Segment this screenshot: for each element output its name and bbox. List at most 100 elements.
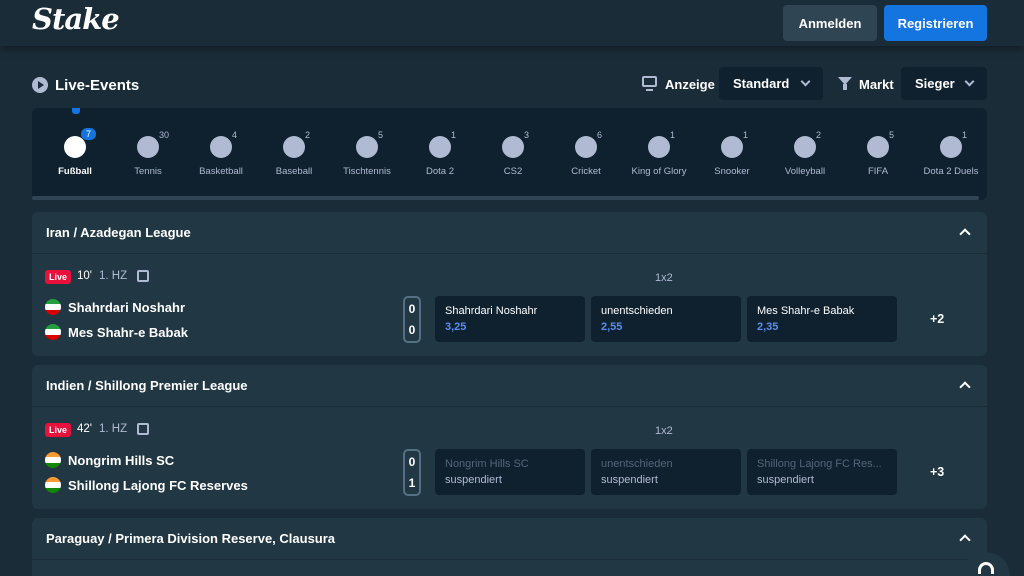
sport-label: Tennis <box>134 166 162 177</box>
king-of-glory-icon <box>648 136 670 158</box>
home-score: 0 <box>408 454 416 469</box>
sport-count: 5 <box>378 130 384 140</box>
sport-tab-cricket[interactable]: 6 Cricket <box>550 108 622 196</box>
india-flag-icon <box>45 452 61 468</box>
stats-chart-icon[interactable] <box>137 270 149 282</box>
market-label: 1x2 <box>655 425 673 437</box>
display-select[interactable]: Standard <box>719 67 823 100</box>
league-name: Paraguay / Primera Division Reserve, Cla… <box>46 531 336 546</box>
more-markets-link[interactable]: +3 <box>930 465 944 479</box>
fifa-icon <box>867 136 889 158</box>
sport-tab-fussball[interactable]: 7 Fußball <box>39 108 111 196</box>
odds-outcome: Shillong Lajong FC Res... <box>757 458 882 470</box>
live-play-icon <box>32 77 48 93</box>
page-title: Live-Events <box>55 76 140 94</box>
away-score: 1 <box>408 476 416 491</box>
sport-tab-volleyball[interactable]: 2 Volleyball <box>769 108 841 196</box>
active-sport-indicator <box>72 108 80 114</box>
sport-count: 4 <box>232 130 238 140</box>
sport-tab-king-of-glory[interactable]: 1 King of Glory <box>623 108 695 196</box>
match-minute: 10' <box>77 270 92 282</box>
market-label: Markt <box>859 77 894 92</box>
sport-label: Baseball <box>275 166 313 177</box>
volleyball-icon <box>794 136 816 158</box>
display-label: Anzeige <box>665 77 715 92</box>
india-flag-icon <box>45 477 61 493</box>
stats-chart-icon[interactable] <box>137 423 149 435</box>
sport-label: FIFA <box>867 166 889 177</box>
odds-status: suspendiert <box>601 474 658 486</box>
home-team-name: Shahrdari Noshahr <box>68 299 186 315</box>
sport-tab-dota2[interactable]: 1 Dota 2 <box>404 108 476 196</box>
match-minute: 42' <box>77 423 92 435</box>
sport-count: 5 <box>889 130 895 140</box>
league-header[interactable]: Indien / Shillong Premier League <box>32 365 987 407</box>
cs2-icon <box>502 136 524 158</box>
odds-button-draw[interactable]: unentschieden suspendiert <box>591 449 741 495</box>
sport-tab-cs2[interactable]: 3 CS2 <box>477 108 549 196</box>
sport-tab-dota2-duels[interactable]: 1 Dota 2 Duels <box>915 108 987 196</box>
league-header[interactable]: Paraguay / Primera Division Reserve, Cla… <box>32 518 987 560</box>
chevron-up-icon[interactable] <box>959 534 971 546</box>
sports-scrollbar[interactable] <box>32 196 979 200</box>
sport-count: 30 <box>159 130 170 140</box>
league-card: Paraguay / Primera Division Reserve, Cla… <box>32 518 987 576</box>
home-team-name: Nongrim Hills SC <box>68 452 175 468</box>
odds-outcome: unentschieden <box>601 305 673 317</box>
odds-button-home[interactable]: Nongrim Hills SC suspendiert <box>435 449 585 495</box>
sport-tab-baseball[interactable]: 2 Baseball <box>258 108 330 196</box>
sport-tab-tischtennis[interactable]: 5 Tischtennis <box>331 108 403 196</box>
market-select[interactable]: Sieger <box>901 67 987 100</box>
home-team: Nongrim Hills SC <box>45 451 174 469</box>
sport-count: 2 <box>816 130 822 140</box>
odds-button-away[interactable]: Shillong Lajong FC Res... suspendiert <box>747 449 897 495</box>
odds-value: 2,55 <box>601 321 623 333</box>
sport-count: 7 <box>81 128 97 140</box>
league-card: Iran / Azadegan League Live 10' 1. HZ 1x… <box>32 212 987 356</box>
home-score: 0 <box>408 301 416 316</box>
match-period: 1. HZ <box>99 270 128 282</box>
league-name: Iran / Azadegan League <box>46 225 191 240</box>
chevron-up-icon[interactable] <box>959 381 971 393</box>
sport-tab-tennis[interactable]: 30 Tennis <box>112 108 184 196</box>
sport-label: Volleyball <box>784 166 826 177</box>
odds-button-away[interactable]: Mes Shahr-e Babak 2,35 <box>747 296 897 342</box>
live-badge: Live <box>45 423 72 437</box>
sport-tab-fifa[interactable]: 5 FIFA <box>842 108 914 196</box>
odds-button-home[interactable]: Shahrdari Noshahr 3,25 <box>435 296 585 342</box>
sport-label: Cricket <box>571 166 601 177</box>
more-markets-link[interactable]: +2 <box>930 312 944 326</box>
baseball-icon <box>283 136 305 158</box>
iran-flag-icon <box>45 324 61 340</box>
sport-label: CS2 <box>503 166 523 177</box>
market-select-value: Sieger <box>915 76 955 91</box>
odds-outcome: unentschieden <box>601 458 673 470</box>
sport-tab-basketball[interactable]: 4 Basketball <box>185 108 257 196</box>
sport-count: 1 <box>451 130 457 140</box>
sport-label: Fußball <box>58 166 92 177</box>
match-row[interactable]: Live 10' 1. HZ 1x2 Shahrdari Noshahr Mes… <box>32 254 987 356</box>
top-header: Stake Anmelden Registrieren <box>0 0 1024 46</box>
register-button[interactable]: Registrieren <box>884 5 987 41</box>
login-button[interactable]: Anmelden <box>783 5 877 41</box>
away-score: 0 <box>408 323 416 338</box>
sports-carousel: 7 Fußball 30 Tennis 4 Basketball 2 Baseb… <box>32 108 987 200</box>
sport-label: Basketball <box>199 166 243 177</box>
odds-outcome: Nongrim Hills SC <box>445 458 529 470</box>
odds-button-draw[interactable]: unentschieden 2,55 <box>591 296 741 342</box>
league-header[interactable]: Iran / Azadegan League <box>32 212 987 254</box>
table-tennis-icon <box>356 136 378 158</box>
odds-value: 2,35 <box>757 321 779 333</box>
sport-tab-snooker[interactable]: 1 Snooker <box>696 108 768 196</box>
display-select-value: Standard <box>733 76 790 91</box>
sport-count: 2 <box>305 130 311 140</box>
stake-logo[interactable]: Stake <box>32 2 120 36</box>
league-name: Indien / Shillong Premier League <box>46 378 248 393</box>
live-badge: Live <box>45 270 72 284</box>
home-team: Shahrdari Noshahr <box>45 298 185 316</box>
odds-status: suspendiert <box>445 474 502 486</box>
chevron-up-icon[interactable] <box>959 228 971 240</box>
match-row[interactable]: Live 42' 1. HZ 1x2 Nongrim Hills SC Shil… <box>32 407 987 509</box>
sport-label: Snooker <box>714 166 750 177</box>
sport-label: Dota 2 Duels <box>923 166 979 177</box>
